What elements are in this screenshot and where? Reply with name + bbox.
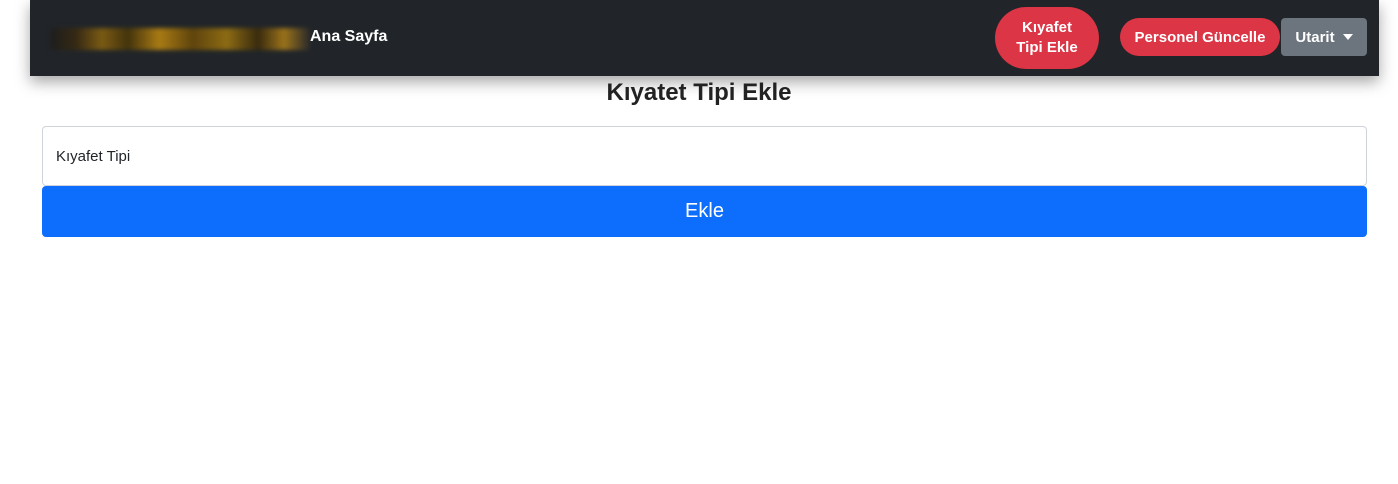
add-clothing-type-button[interactable]: Kıyafet Tipi Ekle bbox=[995, 7, 1099, 69]
update-personnel-button[interactable]: Personel Güncelle bbox=[1120, 18, 1280, 56]
update-personnel-label: Personel Güncelle bbox=[1134, 28, 1266, 46]
caret-down-icon bbox=[1342, 34, 1353, 40]
brand-logo[interactable] bbox=[50, 28, 310, 50]
user-menu-label: Utarit bbox=[1295, 28, 1335, 46]
page-title: Kıyatet Tipi Ekle bbox=[606, 79, 792, 106]
add-clothing-type-label-line2: Tipi Ekle bbox=[1016, 39, 1078, 56]
clothing-type-input[interactable] bbox=[42, 126, 1367, 186]
add-clothing-type-label-line1: Kıyafet bbox=[1021, 19, 1073, 36]
nav-link-home[interactable]: Ana Sayfa bbox=[310, 28, 387, 46]
user-menu-dropdown[interactable]: Utarit bbox=[1281, 18, 1367, 56]
add-button[interactable]: Ekle bbox=[42, 186, 1367, 237]
top-navbar: Ana Sayfa Kıyafet Tipi Ekle Personel Gün… bbox=[30, 0, 1379, 76]
